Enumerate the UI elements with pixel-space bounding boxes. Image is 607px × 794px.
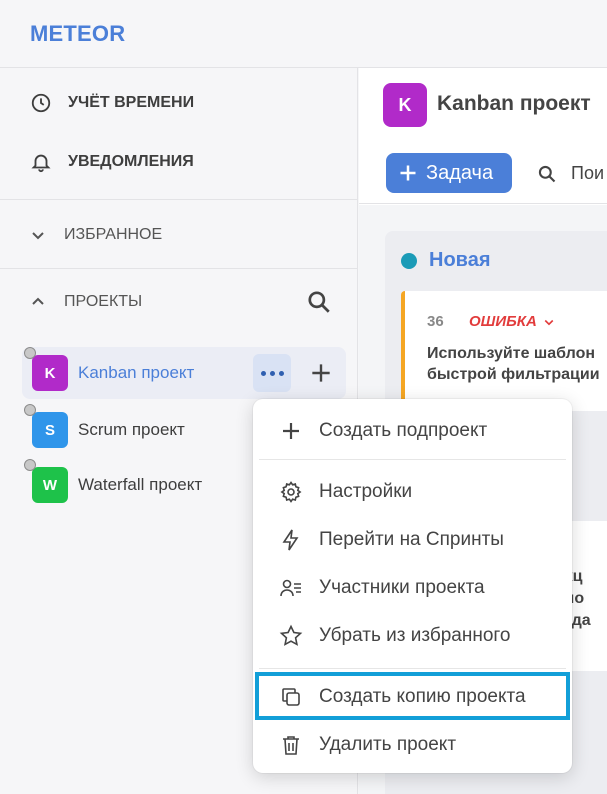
nav-time-tracking[interactable]: УЧЁТ ВРЕМЕНИ: [30, 92, 194, 114]
clock-icon: [31, 93, 51, 113]
gear-icon: [280, 481, 302, 503]
top-bar: METEOR: [0, 0, 607, 68]
plus-icon: [400, 165, 416, 181]
menu-item-delete-project[interactable]: Удалить проект: [279, 733, 456, 757]
nav-time-tracking-label: УЧЁТ ВРЕМЕНИ: [68, 94, 195, 111]
menu-item-members[interactable]: Участники проекта: [279, 576, 485, 600]
project-item-kanban[interactable]: K Kanban проект: [22, 347, 346, 399]
project-name: Kanban проект: [78, 363, 195, 382]
create-task-button[interactable]: Задача: [386, 153, 512, 193]
project-name: Waterfall проект: [78, 475, 203, 494]
menu-divider: [259, 459, 566, 460]
members-icon: [280, 579, 301, 597]
dot: [278, 370, 284, 376]
menu-item-label: Убрать из избранного: [319, 625, 511, 646]
menu-item-label: Создать копию проекта: [319, 686, 526, 707]
nav-notifications-label: УВЕДОМЛЕНИЯ: [68, 153, 194, 170]
menu-item-label: Настройки: [319, 481, 413, 502]
search-icon: [538, 165, 556, 182]
menu-item-unfavorite[interactable]: Убрать из избранного: [279, 624, 511, 648]
chevron-down-icon: [544, 319, 554, 325]
menu-item-copy-project[interactable]: Создать копию проекта: [279, 685, 526, 709]
task-type-badge[interactable]: ОШИБКА: [469, 313, 555, 330]
menu-item-settings[interactable]: Настройки: [279, 480, 412, 504]
board-search-label: Пои: [571, 163, 605, 183]
plus-icon: [283, 423, 299, 439]
project-avatar: S: [24, 404, 68, 448]
menu-item-create-subproject[interactable]: Создать подпроект: [279, 419, 487, 443]
project-avatar: K: [24, 347, 68, 391]
lightning-icon: [282, 529, 299, 551]
bell-icon: [31, 154, 51, 173]
trash-icon: [283, 736, 299, 755]
sidebar-divider: [0, 199, 358, 200]
task-title: Используйте шаблон быстрой фильтрации: [427, 343, 600, 385]
dot: [269, 370, 275, 376]
task-id: 36: [427, 313, 444, 330]
projects-label: ПРОЕКТЫ: [64, 293, 143, 310]
board-search[interactable]: Пои: [537, 163, 604, 184]
column-header: Новая: [401, 249, 490, 272]
star-icon: [279, 624, 303, 646]
project-header: K Kanban проект: [359, 68, 607, 144]
sidebar-divider: [0, 268, 358, 269]
menu-item-label: Удалить проект: [319, 734, 457, 755]
menu-item-label: Перейти на Спринты: [319, 529, 504, 550]
favorites-label: ИЗБРАННОЕ: [64, 226, 163, 243]
favorites-section-toggle[interactable]: ИЗБРАННОЕ: [30, 226, 162, 244]
task-title-line: быстрой фильтрации: [427, 366, 600, 383]
chevron-down-icon: [32, 232, 44, 240]
projects-section-toggle[interactable]: ПРОЕКТЫ: [30, 293, 142, 311]
app-logo[interactable]: METEOR: [30, 21, 125, 47]
add-subproject-icon[interactable]: [308, 360, 334, 386]
menu-item-sprints[interactable]: Перейти на Спринты: [279, 528, 504, 552]
dot: [260, 370, 266, 376]
more-options-button[interactable]: [253, 354, 291, 392]
menu-item-label: Участники проекта: [319, 577, 485, 598]
task-card[interactable]: 36 ОШИБКА Используйте шаблон быстрой фил…: [401, 291, 607, 411]
project-name: Scrum проект: [78, 420, 185, 439]
search-icon[interactable]: [306, 289, 332, 315]
column-title: Новая: [429, 249, 491, 271]
task-title-line: Используйте шаблон: [427, 345, 596, 362]
nav-notifications[interactable]: УВЕДОМЛЕНИЯ: [30, 151, 194, 173]
chevron-up-icon: [32, 297, 44, 305]
menu-item-label: Создать подпроект: [319, 420, 488, 441]
status-dot: [401, 252, 417, 269]
board-toolbar: Задача Пои: [359, 144, 607, 204]
project-avatar: W: [24, 459, 68, 503]
project-title: Kanban проект: [437, 92, 591, 115]
copy-icon: [282, 688, 300, 706]
project-context-menu: Создать подпроект Настройки Перейти на С…: [253, 399, 572, 773]
menu-divider: [259, 668, 566, 669]
create-task-label: Задача: [426, 161, 494, 184]
task-type-label: ОШИБКА: [469, 313, 537, 330]
project-avatar-large: K: [383, 83, 427, 127]
